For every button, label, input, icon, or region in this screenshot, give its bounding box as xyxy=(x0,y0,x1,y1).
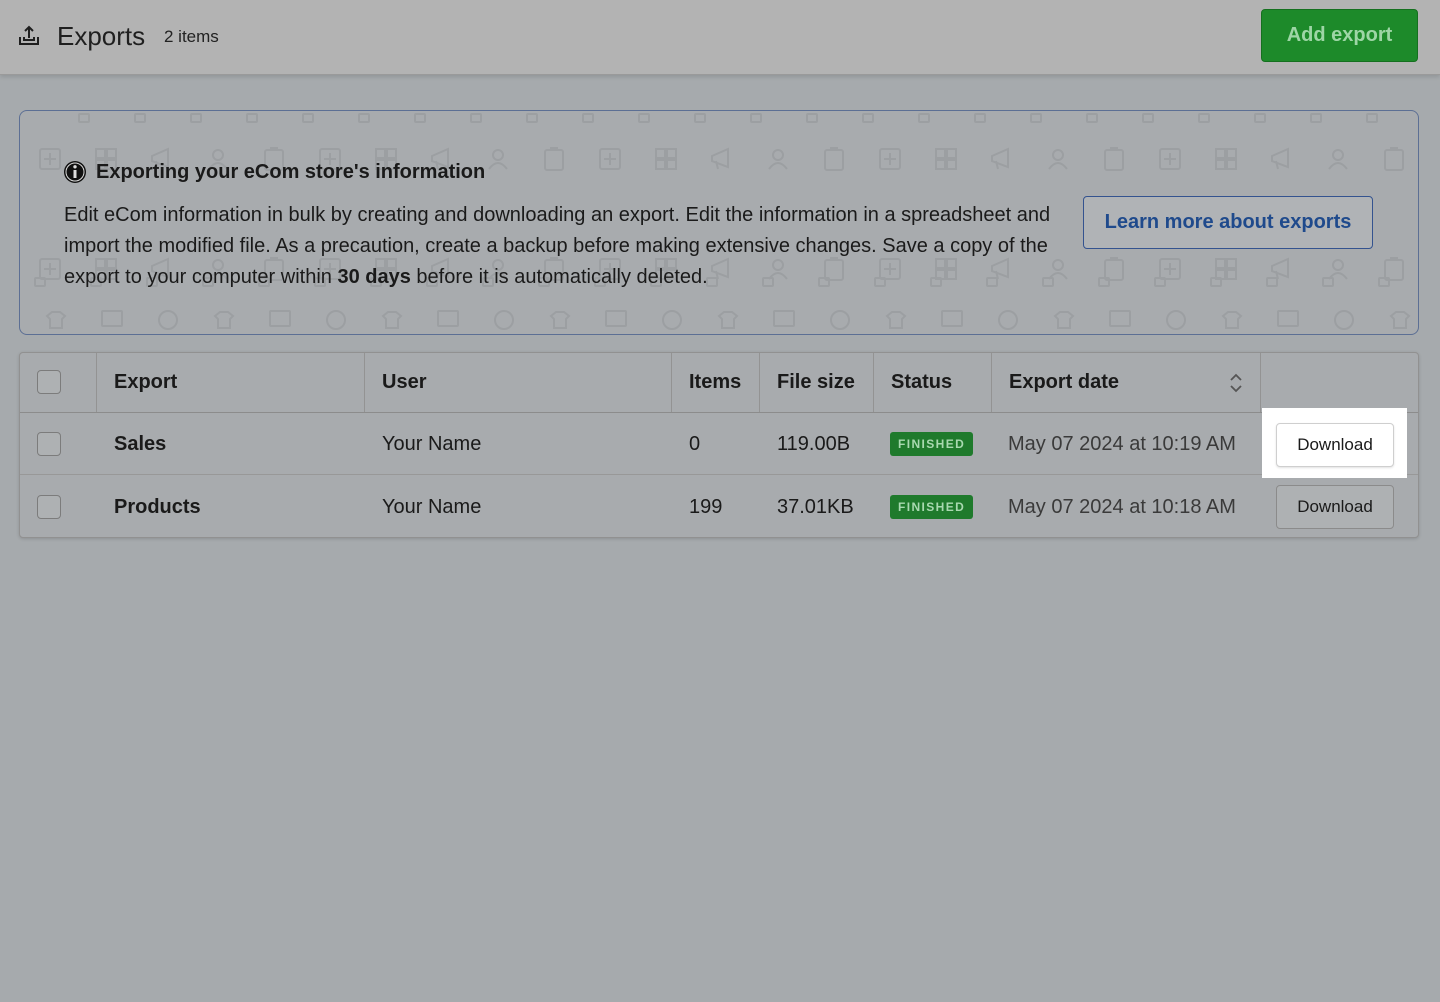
items-count: 0 xyxy=(689,432,701,455)
column-header-export-date[interactable]: Export date xyxy=(992,353,1261,412)
file-size: 119.00B xyxy=(777,432,851,455)
download-button[interactable]: Download xyxy=(1276,423,1394,467)
exports-table: Export User Items File size Status Expor… xyxy=(19,352,1419,538)
sort-icon[interactable] xyxy=(1229,372,1243,394)
status-badge: FINISHED xyxy=(890,432,974,456)
add-export-button[interactable]: Add export xyxy=(1261,9,1418,62)
status-cell: FINISHED xyxy=(890,476,974,538)
item-count: 2 items xyxy=(164,27,219,46)
user-name: Your Name xyxy=(382,495,482,518)
export-date: May 07 2024 at 10:18 AM xyxy=(1008,495,1236,518)
column-header-actions xyxy=(1261,353,1418,412)
table-header: Export User Items File size Status Expor… xyxy=(20,353,1418,413)
column-header-status[interactable]: Status xyxy=(874,353,992,412)
page-header: Exports 2 items Add export xyxy=(0,0,1440,75)
select-all-checkbox[interactable] xyxy=(37,370,61,394)
select-all-cell xyxy=(20,353,97,412)
column-header-file-size[interactable]: File size xyxy=(760,353,874,412)
table-row: Products Your Name 199 37.01KB FINISHED … xyxy=(20,476,1418,538)
items-count: 199 xyxy=(689,495,723,518)
learn-more-button[interactable]: Learn more about exports xyxy=(1083,196,1373,249)
column-header-export[interactable]: Export xyxy=(97,353,365,412)
status-cell: FINISHED xyxy=(890,413,974,475)
column-header-export-date-label: Export date xyxy=(1009,371,1120,393)
status-badge: FINISHED xyxy=(890,495,974,519)
info-icon xyxy=(64,161,86,183)
banner-description: Edit eCom information in bulk by creatin… xyxy=(64,200,1064,293)
banner-title: Exporting your eCom store's information xyxy=(96,160,486,183)
row-checkbox[interactable] xyxy=(37,432,61,456)
page-title: Exports xyxy=(57,21,146,51)
export-date: May 07 2024 at 10:19 AM xyxy=(1008,432,1236,455)
download-button[interactable]: Download xyxy=(1276,485,1394,529)
banner-text-part: before it is automatically deleted. xyxy=(410,266,708,288)
row-checkbox[interactable] xyxy=(37,495,61,519)
table-row: Sales Your Name 0 119.00B FINISHED May 0… xyxy=(20,413,1418,475)
export-name[interactable]: Products xyxy=(114,476,201,538)
column-header-items[interactable]: Items xyxy=(672,353,760,412)
user-name: Your Name xyxy=(382,432,482,455)
column-header-user[interactable]: User xyxy=(365,353,672,412)
export-upload-icon xyxy=(19,25,39,45)
info-banner: Exporting your eCom store's information … xyxy=(19,110,1419,335)
file-size: 37.01KB xyxy=(777,495,854,518)
export-name[interactable]: Sales xyxy=(114,413,166,475)
banner-text-bold: 30 days xyxy=(337,266,411,288)
banner-heading: Exporting your eCom store's information xyxy=(63,160,485,184)
